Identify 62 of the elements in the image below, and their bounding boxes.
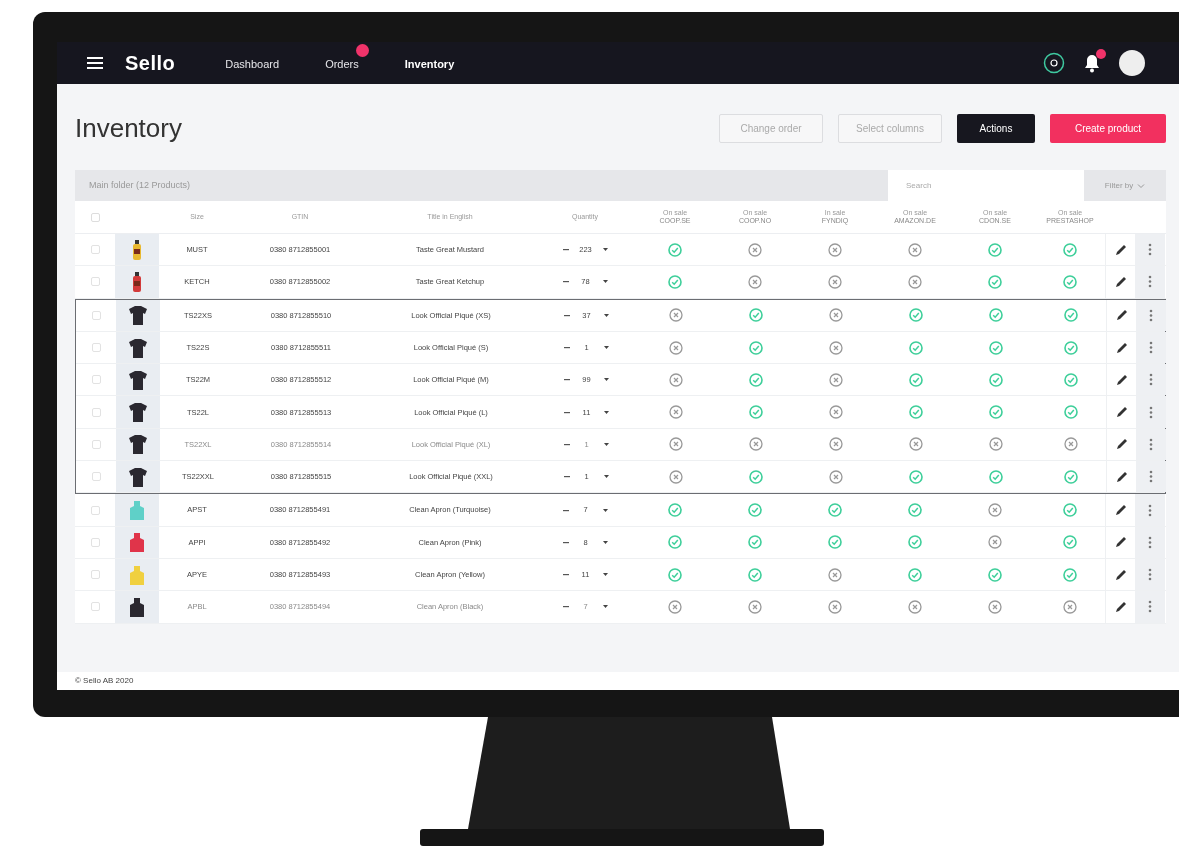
pencil-icon[interactable] [1114,275,1127,288]
select-all-checkbox[interactable] [90,212,100,222]
caret-icon[interactable] [602,539,608,545]
pencil-icon[interactable] [1114,504,1127,516]
caret-icon[interactable] [602,604,608,610]
more-icon[interactable] [1149,470,1153,484]
row-checkbox[interactable] [91,407,101,417]
toolbar-button[interactable]: Create product [1050,113,1166,143]
nav-link[interactable]: Inventory [404,58,455,70]
more-icon[interactable] [1149,437,1153,451]
caret-icon[interactable] [602,507,608,513]
pencil-icon[interactable] [1115,438,1128,451]
folder-label: Main folder (12 Products) [89,178,191,192]
caret-icon[interactable] [603,377,609,383]
more-icon[interactable] [1149,341,1153,355]
more-icon[interactable] [1148,600,1152,614]
pencil-icon[interactable] [1115,470,1128,483]
row-checkbox[interactable] [90,537,100,547]
caret-icon[interactable] [602,247,608,253]
more-icon[interactable] [1149,373,1153,387]
row-checkbox[interactable] [90,245,100,255]
avatar[interactable] [1119,50,1145,76]
caret-icon[interactable] [603,441,609,447]
logo[interactable]: Sello [125,48,176,78]
caret-icon[interactable] [603,474,609,480]
row-checkbox[interactable] [90,505,100,515]
pencil-icon[interactable] [1115,309,1128,322]
row-checkbox[interactable] [90,570,100,580]
nav-link[interactable]: Dashboard [225,58,280,70]
pencil-icon[interactable] [1114,536,1127,549]
bell-icon[interactable] [1083,53,1101,73]
toolbar-button[interactable]: Actions [957,113,1035,143]
more-icon[interactable] [1148,503,1152,517]
pencil-icon[interactable] [1115,373,1128,386]
menu-icon[interactable] [87,57,103,69]
more-icon[interactable] [1149,308,1153,322]
more-icon[interactable] [1148,535,1152,549]
caret-icon[interactable] [602,572,608,578]
pencil-icon[interactable] [1114,568,1127,581]
row-checkbox[interactable] [91,343,101,353]
more-icon[interactable] [1148,275,1152,289]
progress-ring-icon[interactable] [1043,52,1065,74]
nav-link[interactable]: Orders [325,58,359,70]
row-checkbox[interactable] [91,472,101,482]
pencil-icon[interactable] [1115,341,1128,354]
pencil-icon[interactable] [1115,406,1128,419]
pencil-icon[interactable] [1114,600,1127,613]
more-icon[interactable] [1148,568,1152,582]
row-checkbox[interactable] [90,277,100,287]
footer-text: © Sello AB 2020 [75,675,134,687]
more-icon[interactable] [1149,405,1153,419]
more-icon[interactable] [1148,243,1152,257]
caret-icon [1137,182,1146,189]
caret-icon[interactable] [602,279,608,285]
caret-icon[interactable] [603,345,609,351]
page-title: Inventory [75,111,182,145]
row-checkbox[interactable] [91,310,101,320]
pencil-icon[interactable] [1114,243,1127,256]
search-field[interactable]: Search [888,170,1084,201]
caret-icon[interactable] [603,312,609,318]
caret-icon[interactable] [603,409,609,415]
row-checkbox[interactable] [91,375,101,385]
